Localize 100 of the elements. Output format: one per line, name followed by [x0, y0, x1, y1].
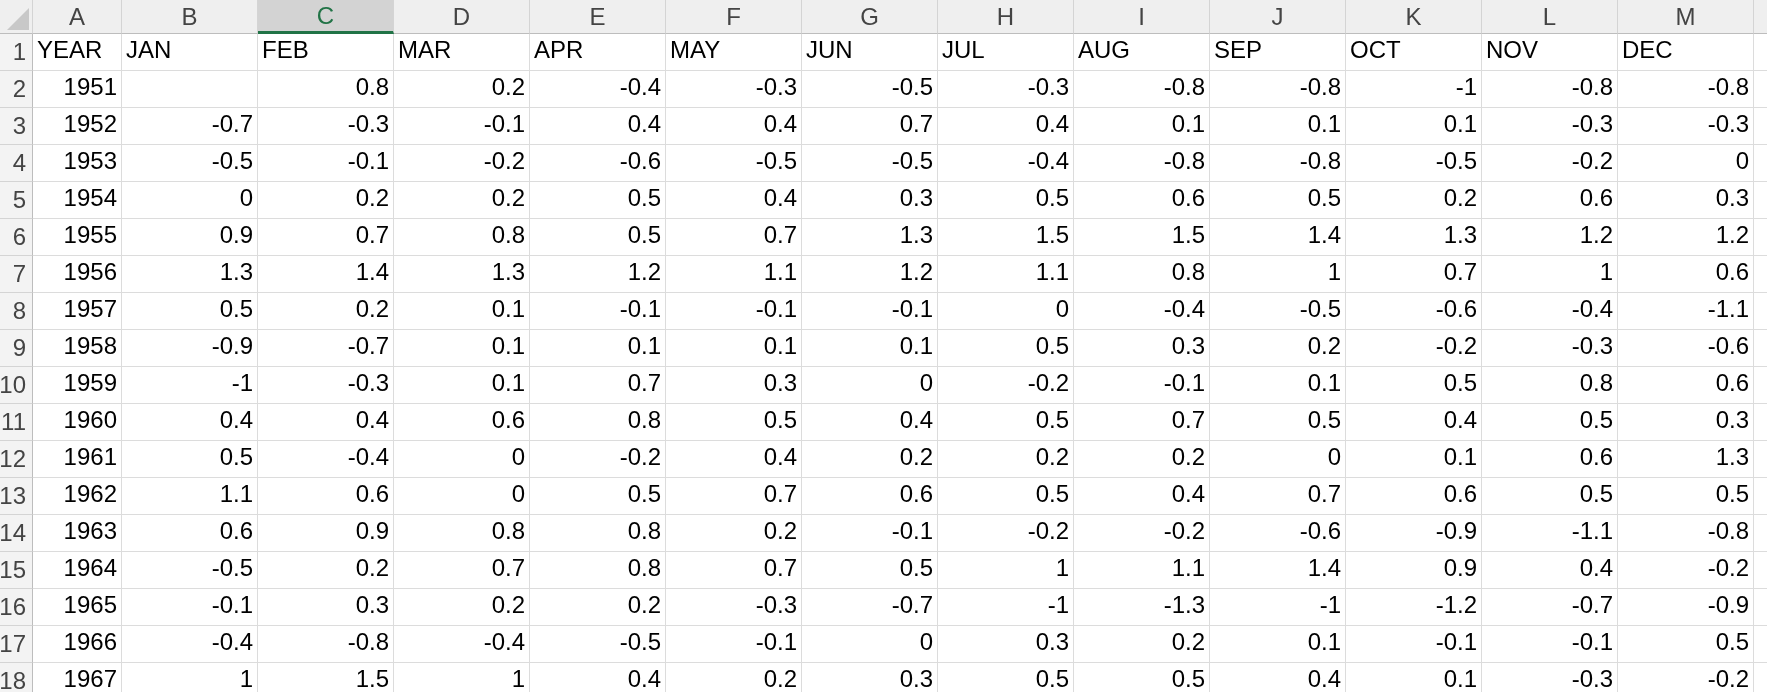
table-cell: -0.4: [258, 441, 394, 478]
table-cell: -0.1: [1346, 626, 1482, 663]
table-cell: JUN: [802, 34, 938, 71]
select-all-icon[interactable]: [7, 8, 29, 30]
table-cell: 1957: [33, 293, 122, 330]
column-header[interactable]: G: [802, 0, 938, 34]
row-header[interactable]: 2: [0, 71, 33, 108]
column-header[interactable]: I: [1074, 0, 1210, 34]
table-cell: 0.4: [530, 663, 666, 692]
table-cell: 1.3: [1618, 441, 1754, 478]
column-header[interactable]: F: [666, 0, 802, 34]
column-header[interactable]: L: [1482, 0, 1618, 34]
row-header[interactable]: 16: [0, 589, 33, 626]
table-cell: 1.1: [666, 256, 802, 293]
column-header[interactable]: K: [1346, 0, 1482, 34]
column-header[interactable]: B: [122, 0, 258, 34]
row-header[interactable]: 6: [0, 219, 33, 256]
table-cell: 0.4: [258, 404, 394, 441]
row-header[interactable]: 9: [0, 330, 33, 367]
table-cell: 0.2: [258, 182, 394, 219]
row-header[interactable]: 10: [0, 367, 33, 404]
table-cell: -1: [122, 367, 258, 404]
table-cell: 0.1: [394, 293, 530, 330]
table-cell: -0.6: [530, 145, 666, 182]
table-cell: 1966: [33, 626, 122, 663]
table-cell: 0.7: [530, 367, 666, 404]
row-header[interactable]: 17: [0, 626, 33, 663]
row-header[interactable]: 18: [0, 663, 33, 692]
table-cell: -0.1: [1074, 367, 1210, 404]
table-cell: 0.4: [666, 441, 802, 478]
row-header[interactable]: 8: [0, 293, 33, 330]
table-cell: -0.2: [1482, 145, 1618, 182]
table-cell: OCT: [1346, 34, 1482, 71]
table-cell: 0.5: [530, 219, 666, 256]
table-cell: 1.2: [1482, 219, 1618, 256]
table-cell: 0.4: [530, 108, 666, 145]
table-cell: -0.5: [666, 145, 802, 182]
table-cell: 1959: [33, 367, 122, 404]
row-header[interactable]: 13: [0, 478, 33, 515]
table-cell: 0: [938, 293, 1074, 330]
table-cell: -1: [1346, 71, 1482, 108]
table-cell: 0.6: [1618, 256, 1754, 293]
table-cell: 0.8: [1482, 367, 1618, 404]
table-cell: 0.5: [938, 182, 1074, 219]
table-cell: -1: [938, 589, 1074, 626]
table-cell: 1951: [33, 71, 122, 108]
column-header[interactable]: J: [1210, 0, 1346, 34]
table-cell: 0.2: [258, 552, 394, 589]
row-header[interactable]: 1: [0, 34, 33, 71]
table-cell: 0.8: [394, 219, 530, 256]
table-cell: 0.4: [122, 404, 258, 441]
table-cell: 1.5: [258, 663, 394, 692]
row-header[interactable]: 11: [0, 404, 33, 441]
column-header[interactable]: A: [33, 0, 122, 34]
column-header[interactable]: H: [938, 0, 1074, 34]
row-header[interactable]: 4: [0, 145, 33, 182]
row-header[interactable]: 12: [0, 441, 33, 478]
table-cell: -0.1: [802, 293, 938, 330]
table-cell: 0.7: [666, 478, 802, 515]
table-cell: 0.6: [1482, 441, 1618, 478]
table-cell: 1958: [33, 330, 122, 367]
table-cell: 1.3: [122, 256, 258, 293]
column-header[interactable]: E: [530, 0, 666, 34]
table-cell: 1: [938, 552, 1074, 589]
row-header[interactable]: 14: [0, 515, 33, 552]
row-header[interactable]: 3: [0, 108, 33, 145]
table-cell: -0.2: [1074, 515, 1210, 552]
table-cell: -0.4: [1482, 293, 1618, 330]
row-header[interactable]: 7: [0, 256, 33, 293]
table-cell: 0.5: [938, 404, 1074, 441]
table-cell: 0.9: [1346, 552, 1482, 589]
row-header[interactable]: 15: [0, 552, 33, 589]
table-cell: 0.5: [1074, 663, 1210, 692]
table-cell: 0.6: [1618, 367, 1754, 404]
header-strip: [1754, 0, 1767, 34]
table-cell: 1.3: [394, 256, 530, 293]
table-cell: 0.8: [394, 515, 530, 552]
column-header[interactable]: D: [394, 0, 530, 34]
table-cell: 0.4: [802, 404, 938, 441]
table-cell: 0.6: [122, 515, 258, 552]
table-cell: 0.6: [1346, 478, 1482, 515]
table-cell: 0.5: [122, 293, 258, 330]
table-cell: 0.5: [802, 552, 938, 589]
table-cell: 0.2: [394, 589, 530, 626]
table-cell: -0.2: [530, 441, 666, 478]
table-cell: -0.1: [666, 293, 802, 330]
table-cell: YEAR: [33, 34, 122, 71]
table-cell: -0.4: [530, 71, 666, 108]
table-cell: 0.2: [1210, 330, 1346, 367]
table-cell: 0.1: [1210, 367, 1346, 404]
table-cell: AUG: [1074, 34, 1210, 71]
row-header[interactable]: 5: [0, 182, 33, 219]
column-header[interactable]: C: [258, 0, 394, 34]
table-cell: SEP: [1210, 34, 1346, 71]
table-cell: -0.1: [1482, 626, 1618, 663]
table-cell: 0.4: [666, 182, 802, 219]
table-cell: 0.5: [938, 330, 1074, 367]
table-cell: 1.1: [122, 478, 258, 515]
column-header[interactable]: M: [1618, 0, 1754, 34]
table-cell: 0.4: [938, 108, 1074, 145]
